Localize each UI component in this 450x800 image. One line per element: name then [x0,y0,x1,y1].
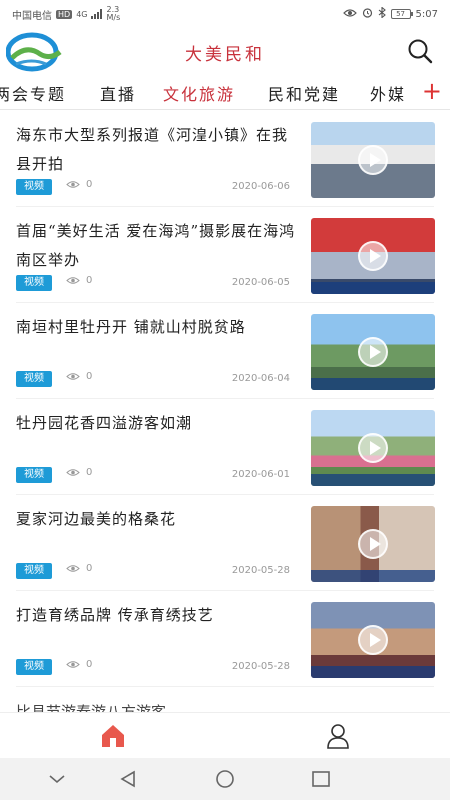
view-count-value: 0 [86,659,93,670]
tab-foreign-media[interactable]: 外媒 [370,81,406,105]
category-tabs: 两会专题 直播 文化旅游 民和党建 外媒 + [0,74,450,110]
network-speed: 2.3 M/s [106,5,121,22]
view-count-value: 0 [86,563,93,574]
clock: 5:07 [415,8,438,20]
alarm-icon [362,7,373,21]
hd-badge: HD [56,9,73,19]
recents-icon[interactable] [310,769,332,789]
news-title[interactable]: 海东市大型系列报道《河湟小镇》在我县开拍 [16,121,300,179]
view-count-value: 0 [86,371,93,382]
eye-icon [66,373,80,380]
battery-icon: 57 [390,9,413,19]
tab-lianghui[interactable]: 两会专题 [0,81,66,105]
add-tab-button[interactable]: + [422,76,442,106]
system-nav-bar [0,758,450,800]
battery-level: 57 [396,10,405,18]
video-thumbnail[interactable] [311,218,435,294]
eye-icon [66,565,80,572]
carrier-label: 中国电信 [12,10,52,22]
tab-culture-tourism[interactable]: 文化旅游 [163,81,235,105]
video-tag: 视频 [16,659,52,675]
video-tag: 视频 [16,467,52,483]
thumbnail-caption-bar [311,570,435,582]
thumbnail-caption-bar [311,282,435,294]
news-date: 2020-06-06 [231,181,290,192]
news-title[interactable]: 南垣村里牡丹开 铺就山村脱贫路 [16,313,300,342]
app-title: 大美民和 [185,45,265,65]
play-icon[interactable] [358,145,388,175]
play-icon[interactable] [358,625,388,655]
eye-icon [66,181,80,188]
list-item[interactable]: 打造育绣品牌 传承育绣技艺 视频 0 2020-05-28 [0,591,450,687]
thumbnail-caption-bar [311,378,435,390]
news-title[interactable]: 首届“美好生活 爱在海鸿”摄影展在海鸿南区举办 [16,217,300,275]
news-date: 2020-06-05 [231,277,290,288]
view-count: 0 [66,371,92,382]
status-bar: 中国电信 HD 4G 2.3 M/s 57 5:07 [0,0,450,28]
user-icon [327,724,349,749]
home-tab-button[interactable] [99,723,127,749]
eye-icon [66,469,80,476]
search-button[interactable] [406,37,434,65]
thumbnail-caption-bar [311,474,435,486]
view-count-value: 0 [86,275,93,286]
news-date: 2020-05-28 [231,565,290,576]
search-icon [408,39,433,64]
eye-icon [66,277,80,284]
news-title[interactable]: 牡丹园花香四溢游客如潮 [16,409,300,438]
news-title[interactable]: 打造育绣品牌 传承育绣技艺 [16,601,300,630]
home-icon [102,725,124,747]
view-count: 0 [66,467,92,478]
video-tag: 视频 [16,371,52,387]
tab-live[interactable]: 直播 [100,81,136,105]
view-count-value: 0 [86,467,93,478]
video-thumbnail[interactable] [311,506,435,582]
news-date: 2020-05-28 [231,661,290,672]
video-thumbnail[interactable] [311,602,435,678]
play-icon[interactable] [358,337,388,367]
news-date: 2020-06-04 [231,373,290,384]
video-tag: 视频 [16,179,52,195]
news-date: 2020-06-01 [231,469,290,480]
video-thumbnail[interactable] [311,314,435,390]
profile-tab-button[interactable] [324,722,352,750]
view-count: 0 [66,563,92,574]
bluetooth-icon [378,6,386,21]
back-icon[interactable] [117,769,139,789]
home-circle-icon[interactable] [214,769,236,789]
list-item[interactable]: 牡丹园花香四溢游客如潮 视频 0 2020-06-01 [0,399,450,495]
list-item[interactable]: 夏家河边最美的格桑花 视频 0 2020-05-28 [0,495,450,591]
view-count: 0 [66,275,92,286]
video-tag: 视频 [16,275,52,291]
news-title[interactable]: 夏家河边最美的格桑花 [16,505,300,534]
thumbnail-caption-bar [311,666,435,678]
video-thumbnail[interactable] [311,410,435,486]
list-item[interactable]: 首届“美好生活 爱在海鸿”摄影展在海鸿南区举办 视频 0 2020-06-05 [0,207,450,303]
eye-icon [66,661,80,668]
play-icon[interactable] [358,241,388,271]
app-header: 大美民和 [0,28,450,74]
list-item[interactable]: 南垣村里牡丹开 铺就山村脱贫路 视频 0 2020-06-04 [0,303,450,399]
view-count: 0 [66,659,92,670]
tab-party-building[interactable]: 民和党建 [268,81,340,105]
bottom-tab-bar [0,712,450,758]
chevron-down-icon[interactable] [46,769,68,789]
video-tag: 视频 [16,563,52,579]
eye-icon [342,8,357,21]
list-item[interactable]: 海东市大型系列报道《河湟小镇》在我县开拍 视频 0 2020-06-06 [0,111,450,207]
play-icon[interactable] [358,529,388,559]
divider [16,686,434,687]
play-icon[interactable] [358,433,388,463]
news-title-partial[interactable]: 比县节游春游八方游客 [16,702,166,712]
signal-icon [91,9,103,19]
news-list: 海东市大型系列报道《河湟小镇》在我县开拍 视频 0 2020-06-06 首届“… [0,111,450,711]
view-count: 0 [66,179,92,190]
view-count-value: 0 [86,179,93,190]
video-thumbnail[interactable] [311,122,435,198]
network-type: 4G [76,9,88,19]
